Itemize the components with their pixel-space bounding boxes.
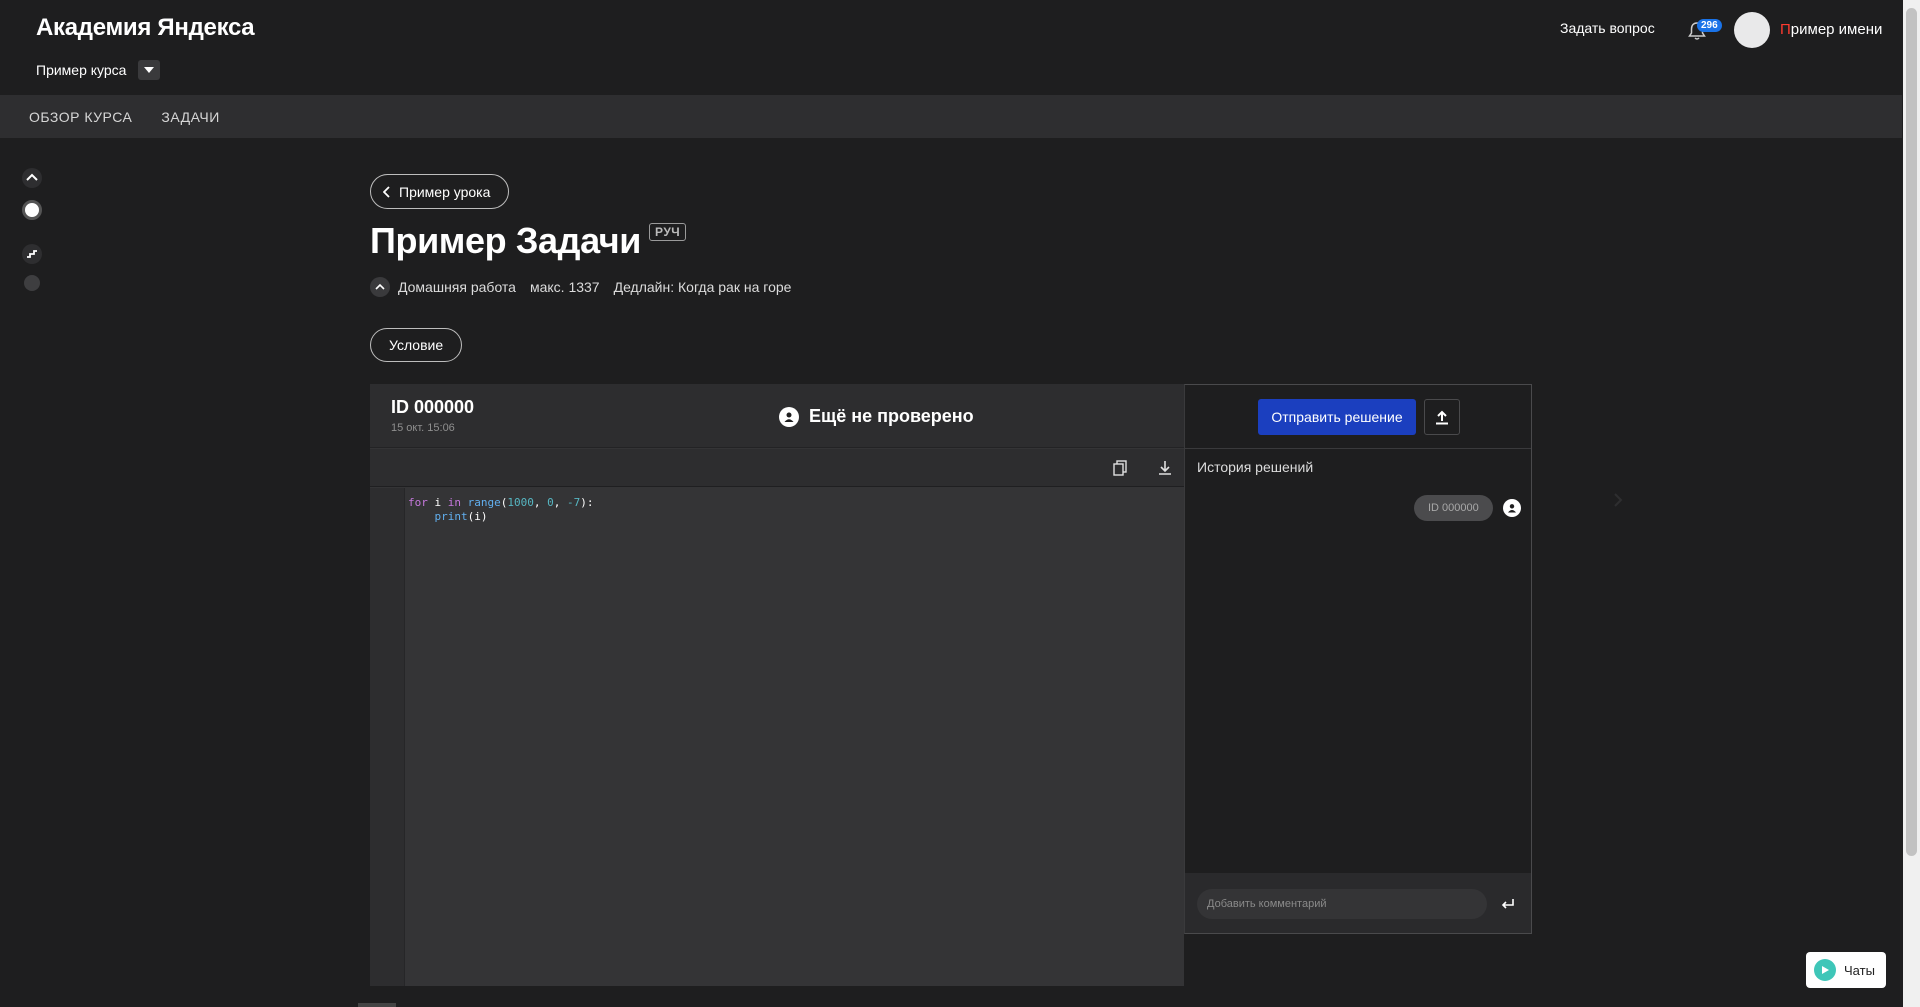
code-editor[interactable]: for i in range(1000, 0, -7): print(i): [370, 488, 1184, 986]
chat-label: Чаты: [1844, 962, 1875, 978]
chat-widget-button[interactable]: Чаты: [1806, 952, 1886, 988]
chevron-left-icon: [383, 185, 390, 198]
editor-toolbar: [370, 449, 1184, 487]
avatar[interactable]: [1734, 12, 1770, 48]
chevron-down-icon[interactable]: [138, 60, 161, 80]
homework-icon: [370, 277, 390, 297]
task-meta: Домашняя работа макс. 1337 Дедлайн: Когд…: [370, 277, 791, 297]
notification-badge: 296: [1697, 19, 1722, 32]
download-icon[interactable]: [1156, 459, 1174, 477]
back-label: Пример урока: [399, 183, 491, 200]
tab-course-overview[interactable]: ОБЗОР КУРСА: [29, 109, 132, 125]
copy-icon[interactable]: [1112, 459, 1130, 477]
scrollbar-thumb[interactable]: [1906, 8, 1917, 856]
status-badge: РУЧ: [649, 223, 687, 241]
page-title: Пример Задачи: [370, 220, 642, 261]
solution-status: Ещё не проверено: [779, 406, 974, 427]
brand-logo[interactable]: Академия Яндекса: [36, 14, 255, 42]
app-header: Академия Яндекса Пример курса Задать воп…: [0, 0, 1902, 95]
history-actions: Отправить решение: [1185, 385, 1531, 449]
steps-icon[interactable]: [22, 244, 42, 264]
upload-icon[interactable]: [1424, 399, 1460, 435]
solution-panel: ID 000000 15 окт. 15:06 Ещё не проверено…: [370, 384, 1184, 986]
divider: [358, 1003, 396, 1007]
history-item-label[interactable]: ID 000000: [1414, 495, 1493, 521]
deadline: Дедлайн: Когда рак на горе: [613, 279, 792, 295]
tab-tasks[interactable]: ЗАДАЧИ: [161, 109, 219, 125]
course-name: Пример курса: [36, 62, 127, 78]
solution-header: ID 000000 15 окт. 15:06 Ещё не проверено: [370, 384, 1184, 448]
chevron-right-icon[interactable]: [1612, 492, 1624, 508]
ask-question-link[interactable]: Задать вопрос: [1560, 20, 1655, 36]
solution-id: ID 000000: [391, 397, 475, 417]
code-content[interactable]: for i in range(1000, 0, -7): print(i): [408, 496, 594, 524]
chat-logo-icon: [1814, 959, 1836, 981]
enter-icon[interactable]: [1499, 895, 1517, 913]
solution-date: 15 окт. 15:06: [391, 422, 455, 434]
user-icon: [779, 406, 799, 427]
user-name-rest: ример имени: [1790, 21, 1883, 38]
course-navbar: ОБЗОР КУРСА ЗАДАЧИ: [0, 95, 1902, 138]
submit-solution-button[interactable]: Отправить решение: [1258, 399, 1416, 435]
user-name-initial: П: [1780, 21, 1791, 38]
course-selector[interactable]: Пример курса: [36, 60, 161, 80]
history-panel: Отправить решение История решений ID 000…: [1184, 384, 1532, 934]
homework-icon[interactable]: [22, 168, 42, 188]
user-icon: [1502, 499, 1521, 517]
current-task-dot-icon[interactable]: [22, 200, 42, 220]
list-item[interactable]: ID 000000: [1414, 495, 1521, 521]
task-dot-icon[interactable]: [24, 275, 40, 291]
user-name[interactable]: Пример имени: [1780, 21, 1882, 38]
comment-input[interactable]: [1197, 889, 1487, 919]
task-kind-label: Домашняя работа: [398, 279, 516, 295]
status-label: Ещё не проверено: [809, 406, 974, 426]
max-score: макс. 1337: [529, 279, 600, 295]
back-to-lesson-button[interactable]: Пример урока: [370, 174, 510, 209]
comment-bar: [1185, 873, 1531, 933]
line-gutter: [370, 488, 405, 986]
condition-button[interactable]: Условие: [370, 328, 463, 362]
task-kind: Домашняя работа: [370, 277, 516, 297]
history-title: История решений: [1197, 459, 1314, 475]
